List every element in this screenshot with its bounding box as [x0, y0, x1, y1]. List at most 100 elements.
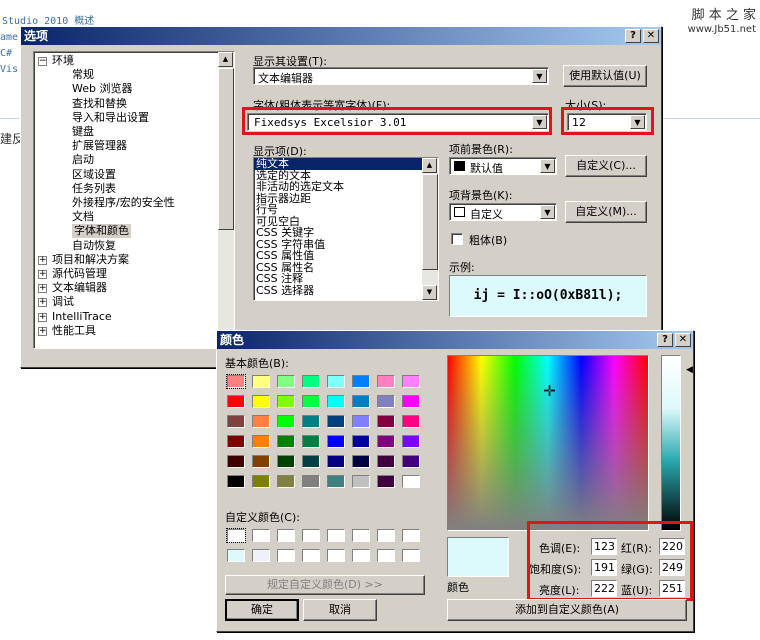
basic-color-swatch[interactable] — [377, 395, 395, 408]
basic-color-swatch[interactable] — [352, 415, 370, 428]
chevron-down-icon[interactable]: ▼ — [540, 159, 555, 173]
tree-item[interactable]: IntelliTrace — [52, 310, 112, 324]
luminance-slider[interactable] — [661, 355, 681, 531]
custom-color-swatch[interactable] — [327, 529, 345, 542]
basic-color-swatch[interactable] — [277, 375, 295, 388]
background-dropdown[interactable]: 自定义 ▼ — [449, 203, 557, 221]
basic-color-swatch[interactable] — [327, 395, 345, 408]
tree-item[interactable]: 区域设置 — [72, 168, 116, 182]
add-custom-button[interactable]: 添加到自定义颜色(A) — [447, 599, 687, 621]
basic-color-swatch[interactable] — [302, 455, 320, 468]
basic-color-swatch[interactable] — [302, 475, 320, 488]
basic-color-swatch[interactable] — [302, 375, 320, 388]
basic-color-swatch[interactable] — [402, 395, 420, 408]
basic-color-swatch[interactable] — [227, 475, 245, 488]
show-settings-dropdown[interactable]: 文本编辑器 ▼ — [253, 67, 549, 85]
custom-color-swatch[interactable] — [252, 529, 270, 542]
basic-color-swatch[interactable] — [252, 435, 270, 448]
display-items-list[interactable]: 纯文本 选定的文本 非活动的选定文本 指示器边距 行号 可见空白 CSS 关键字 CSS 字符… — [253, 157, 439, 301]
tree-item[interactable]: 启动 — [72, 153, 94, 167]
close-button[interactable]: ✕ — [643, 29, 659, 43]
basic-color-swatch[interactable] — [226, 374, 246, 389]
scroll-up-icon[interactable]: ▲ — [422, 158, 437, 173]
basic-color-swatch[interactable] — [377, 415, 395, 428]
help-button[interactable]: ? — [625, 29, 641, 43]
custom-color-swatch[interactable] — [302, 549, 320, 562]
expand-icon[interactable]: + — [38, 326, 47, 336]
expand-icon[interactable]: + — [38, 255, 47, 265]
basic-color-swatch[interactable] — [277, 455, 295, 468]
basic-color-swatch[interactable] — [327, 455, 345, 468]
options-tree[interactable]: − 环境 常规 Web 浏览器 查找和替换 导入和导出设置 键盘 扩展管理器 启动 区域设置 任务列… — [33, 51, 235, 349]
list-item[interactable]: 纯文本 — [254, 158, 422, 170]
tree-item[interactable]: Web 浏览器 — [72, 82, 132, 96]
basic-color-swatch[interactable] — [252, 375, 270, 388]
basic-color-swatch[interactable] — [327, 475, 345, 488]
tree-item[interactable]: 外接程序/宏的安全性 — [72, 196, 175, 210]
custom-color-swatch[interactable] — [252, 549, 270, 562]
foreground-custom-button[interactable]: 自定义(C)... — [565, 155, 647, 177]
list-item[interactable]: CSS 注释 — [254, 273, 422, 285]
basic-color-swatch[interactable] — [327, 435, 345, 448]
list-item[interactable]: CSS 关键字 — [254, 227, 422, 239]
define-custom-button[interactable]: 规定自定义颜色(D) >> — [225, 575, 425, 595]
list-item[interactable]: CSS 选择器 — [254, 284, 422, 297]
list-item[interactable]: 非活动的选定文本 — [254, 181, 422, 193]
help-button[interactable]: ? — [657, 333, 673, 347]
expand-icon[interactable]: + — [38, 298, 47, 308]
color-spectrum[interactable]: ✛ — [447, 355, 649, 531]
scroll-down-icon[interactable]: ▼ — [422, 285, 437, 300]
basic-color-swatch[interactable] — [352, 455, 370, 468]
custom-color-swatch[interactable] — [226, 528, 246, 543]
tree-scroll-thumb[interactable] — [218, 68, 234, 230]
tree-item[interactable]: 源代码管理 — [52, 267, 107, 281]
chevron-down-icon[interactable]: ▼ — [532, 69, 547, 83]
basic-color-swatch[interactable] — [252, 475, 270, 488]
expand-icon[interactable]: + — [38, 312, 47, 322]
tree-item[interactable]: 字体和颜色 — [72, 224, 131, 239]
basic-color-swatch[interactable] — [402, 375, 420, 388]
tree-item[interactable]: 自动恢复 — [72, 239, 116, 253]
basic-color-swatch[interactable] — [252, 455, 270, 468]
custom-color-swatch[interactable] — [377, 549, 395, 562]
items-scrollbar[interactable]: ▲ ▼ — [422, 158, 438, 300]
custom-color-swatch[interactable] — [302, 529, 320, 542]
tree-item[interactable]: 任务列表 — [72, 182, 116, 196]
list-item[interactable]: CSS 属性值 — [254, 250, 422, 262]
custom-color-swatch[interactable] — [377, 529, 395, 542]
basic-color-swatch[interactable] — [302, 435, 320, 448]
triangle-left-icon[interactable]: ◀ — [686, 365, 693, 375]
basic-color-swatch[interactable] — [227, 455, 245, 468]
basic-color-swatch[interactable] — [227, 435, 245, 448]
tree-item[interactable]: 性能工具 — [52, 324, 96, 338]
basic-color-swatch[interactable] — [227, 415, 245, 428]
custom-color-swatch[interactable] — [327, 549, 345, 562]
scroll-up-icon[interactable]: ▲ — [218, 52, 233, 67]
custom-color-swatch[interactable] — [352, 529, 370, 542]
basic-color-swatch[interactable] — [377, 475, 395, 488]
basic-color-swatch[interactable] — [377, 435, 395, 448]
tree-item[interactable]: 调试 — [52, 295, 74, 309]
tree-scrollbar[interactable]: ▲ — [218, 52, 234, 348]
basic-color-swatch[interactable] — [302, 415, 320, 428]
basic-color-swatch[interactable] — [402, 475, 420, 488]
basic-color-swatch[interactable] — [277, 475, 295, 488]
basic-color-swatch[interactable] — [352, 375, 370, 388]
basic-color-swatch[interactable] — [352, 475, 370, 488]
tree-item[interactable]: 项目和解决方案 — [52, 253, 129, 267]
items-scroll-thumb[interactable] — [422, 174, 438, 270]
basic-color-swatch[interactable] — [377, 455, 395, 468]
tree-item[interactable]: 环境 — [52, 54, 74, 68]
use-defaults-button[interactable]: 使用默认值(U) — [563, 65, 647, 87]
tree-item[interactable]: 查找和替换 — [72, 97, 127, 111]
basic-color-swatch[interactable] — [352, 435, 370, 448]
basic-color-swatch[interactable] — [327, 415, 345, 428]
expand-icon[interactable]: + — [38, 270, 47, 279]
list-item[interactable]: 行号 — [254, 204, 422, 216]
foreground-dropdown[interactable]: 默认值 ▼ — [449, 157, 557, 175]
basic-color-swatch[interactable] — [352, 395, 370, 408]
basic-color-swatch[interactable] — [402, 415, 420, 428]
chevron-down-icon[interactable]: ▼ — [540, 205, 555, 219]
basic-color-swatch[interactable] — [277, 395, 295, 408]
tree-item[interactable]: 常规 — [72, 68, 94, 82]
